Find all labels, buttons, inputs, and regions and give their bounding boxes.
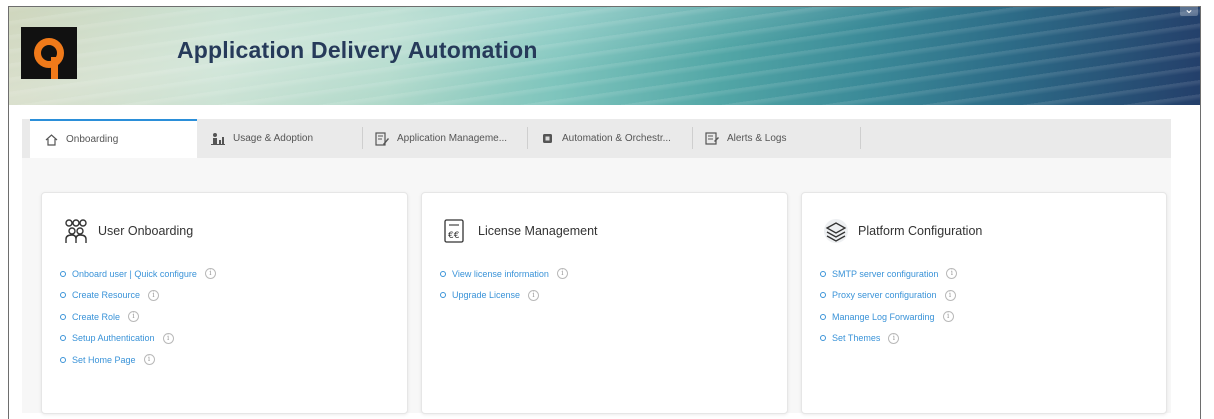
users-group-icon — [60, 217, 92, 245]
tab-label: Onboarding — [66, 134, 119, 145]
link-create-resource[interactable]: Create Resource i — [60, 285, 216, 307]
card-title: Platform Configuration — [858, 224, 983, 238]
link-setup-authentication[interactable]: Setup Authentication i — [60, 328, 216, 350]
link-set-home-page[interactable]: Set Home Page i — [60, 349, 216, 371]
card-platform-configuration: Platform Configuration SMTP server confi… — [801, 192, 1167, 414]
layers-icon — [820, 217, 852, 245]
info-icon[interactable]: i — [204, 268, 216, 280]
link-proxy-config[interactable]: Proxy server configuration i — [820, 285, 957, 307]
tab-onboarding[interactable]: Onboarding — [30, 119, 197, 158]
tab-label: Automation & Orchestr... — [562, 133, 671, 144]
info-icon[interactable]: i — [946, 268, 958, 280]
link-log-forwarding[interactable]: Manange Log Forwarding i — [820, 306, 957, 328]
license-icon: €€ — [440, 217, 472, 245]
tab-content: User Onboarding Onboard user | Quick con… — [22, 158, 1171, 414]
tab-label: Application Manageme... — [397, 133, 508, 144]
info-icon[interactable]: i — [942, 311, 954, 323]
people-chart-icon — [211, 132, 225, 146]
app-title: Application Delivery Automation — [177, 37, 538, 63]
link-onboard-user[interactable]: Onboard user | Quick configure i — [60, 263, 216, 285]
chevron-down-icon[interactable]: ⌄ — [1180, 2, 1198, 16]
info-icon[interactable]: i — [556, 268, 568, 280]
info-icon[interactable]: i — [528, 289, 540, 301]
tab-label: Alerts & Logs — [727, 133, 787, 144]
svg-text:€€: €€ — [448, 231, 460, 241]
link-create-role[interactable]: Create Role i — [60, 306, 216, 328]
info-icon[interactable]: i — [148, 289, 160, 301]
link-set-themes[interactable]: Set Themes i — [820, 328, 957, 350]
link-view-license[interactable]: View license information i — [440, 263, 568, 285]
card-title: License Management — [478, 224, 598, 238]
tab-application-management[interactable]: Application Manageme... — [363, 119, 528, 158]
tab-bar: Onboarding Usage & Adoption Application … — [22, 119, 1171, 158]
card-user-onboarding: User Onboarding Onboard user | Quick con… — [41, 192, 408, 414]
info-icon[interactable]: i — [162, 332, 174, 344]
chip-icon — [540, 132, 554, 146]
card-license-management: €€ License Management View license infor… — [421, 192, 788, 414]
info-icon[interactable]: i — [944, 289, 956, 301]
info-icon[interactable]: i — [143, 354, 155, 366]
tab-usage-adoption[interactable]: Usage & Adoption — [197, 119, 363, 158]
link-upgrade-license[interactable]: Upgrade License i — [440, 285, 568, 307]
info-icon[interactable]: i — [888, 332, 900, 344]
header-banner: Application Delivery Automation — [9, 7, 1200, 105]
info-icon[interactable]: i — [128, 311, 140, 323]
log-icon — [705, 132, 719, 146]
link-smtp-config[interactable]: SMTP server configuration i — [820, 263, 958, 285]
card-title: User Onboarding — [98, 224, 194, 238]
edit-document-icon — [375, 131, 389, 146]
home-icon — [44, 133, 58, 147]
tab-automation-orchestration[interactable]: Automation & Orchestr... — [528, 119, 693, 158]
tab-alerts-logs[interactable]: Alerts & Logs — [693, 119, 861, 158]
brand-logo — [21, 27, 77, 79]
tab-label: Usage & Adoption — [233, 133, 314, 144]
